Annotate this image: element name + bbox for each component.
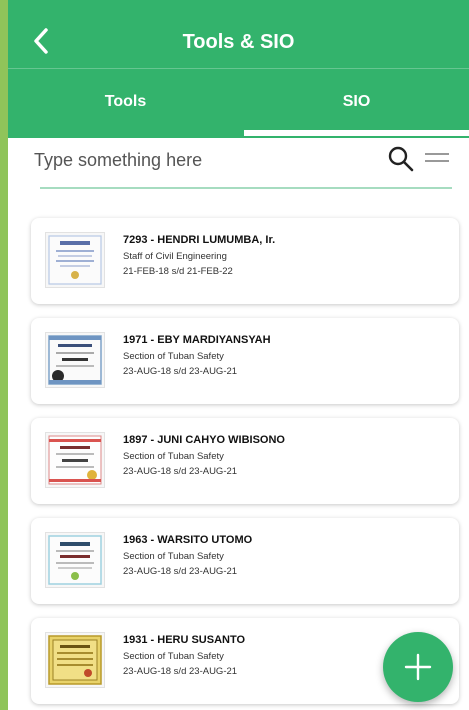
record-title: 1897 - JUNI CAHYO WIBISONO bbox=[123, 434, 285, 446]
active-tab-indicator bbox=[244, 130, 469, 136]
certificate-thumbnail bbox=[45, 332, 105, 388]
add-button[interactable] bbox=[383, 632, 453, 702]
record-dates: 21-FEB-18 s/d 21-FEB-22 bbox=[123, 266, 233, 277]
record-subtitle: Staff of Civil Engineering bbox=[123, 251, 227, 262]
record-dates: 23-AUG-18 s/d 23-AUG-21 bbox=[123, 466, 238, 477]
list-item[interactable]: 1963 - WARSITO UTOMO Section of Tuban Sa… bbox=[31, 518, 459, 604]
certificate-thumbnail bbox=[45, 532, 105, 588]
app-header: Tools & SIO Tools SIO bbox=[8, 0, 469, 138]
record-dates: 23-AUG-18 s/d 23-AUG-21 bbox=[123, 566, 238, 577]
search-input[interactable]: Type something here bbox=[34, 150, 202, 171]
list-item[interactable]: 7293 - HENDRI LUMUMBA, Ir. Staff of Civi… bbox=[31, 218, 459, 304]
record-subtitle: Section of Tuban Safety bbox=[123, 651, 224, 662]
certificate-thumbnail bbox=[45, 232, 105, 288]
tab-tools[interactable]: Tools bbox=[8, 70, 243, 134]
record-subtitle: Section of Tuban Safety bbox=[123, 351, 224, 362]
record-title: 1963 - WARSITO UTOMO bbox=[123, 534, 253, 546]
record-title: 1971 - EBY MARDIYANSYAH bbox=[123, 334, 271, 346]
record-subtitle: Section of Tuban Safety bbox=[123, 551, 224, 562]
header-divider bbox=[8, 68, 469, 69]
record-title: 1931 - HERU SUSANTO bbox=[123, 634, 246, 646]
certificate-thumbnail bbox=[45, 632, 105, 688]
certificate-thumbnail bbox=[45, 432, 105, 488]
tab-sio[interactable]: SIO bbox=[244, 70, 469, 134]
search-underline bbox=[40, 187, 452, 189]
search-icon[interactable] bbox=[388, 146, 414, 172]
record-dates: 23-AUG-18 s/d 23-AUG-21 bbox=[123, 666, 238, 677]
page-title: Tools & SIO bbox=[182, 31, 295, 53]
list-item[interactable]: 1971 - EBY MARDIYANSYAH Section of Tuban… bbox=[31, 318, 459, 404]
record-subtitle: Section of Tuban Safety bbox=[123, 451, 224, 462]
plus-icon bbox=[404, 653, 432, 681]
record-dates: 23-AUG-18 s/d 23-AUG-21 bbox=[123, 366, 238, 377]
record-title: 7293 - HENDRI LUMUMBA, Ir. bbox=[123, 234, 276, 246]
list-item[interactable]: 1897 - JUNI CAHYO WIBISONO Section of Tu… bbox=[31, 418, 459, 504]
menu-icon[interactable] bbox=[424, 150, 450, 166]
search-bar: Type something here bbox=[34, 140, 454, 180]
